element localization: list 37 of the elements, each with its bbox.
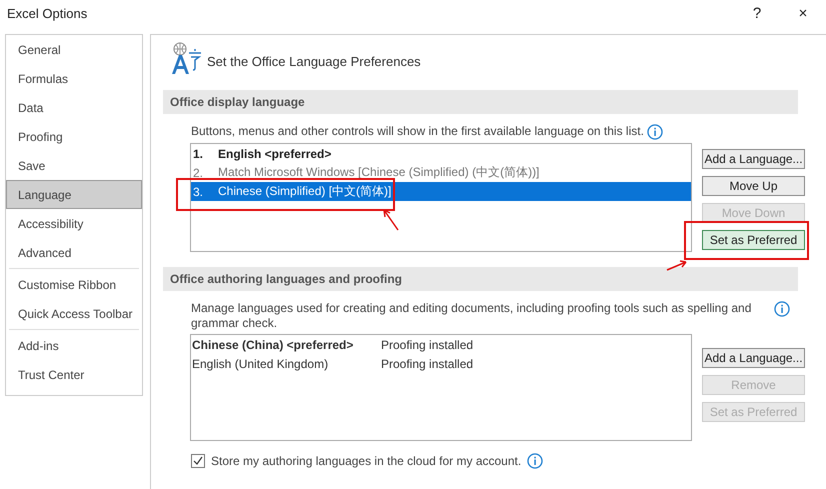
sidebar-item[interactable]: Add-ins: [6, 331, 142, 360]
section-heading: Office authoring languages and proofing: [163, 267, 798, 291]
checkbox-label: Store my authoring languages in the cloud for my account.: [211, 454, 522, 468]
sidebar-item[interactable]: Proofing: [6, 122, 142, 151]
info-icon[interactable]: [646, 124, 663, 140]
language-button[interactable]: Add a Language...: [702, 348, 805, 368]
language-list-item[interactable]: 3. Chinese (Simplified) [中文(简体)]: [191, 182, 691, 201]
help-button[interactable]: ?: [734, 0, 780, 26]
language-icon: [169, 41, 203, 75]
language-list-item[interactable]: 2. Match Microsoft Windows [Chinese (Simplified) (中文(简体))]: [191, 163, 691, 182]
sidebar-item[interactable]: Save: [6, 151, 142, 180]
language-button[interactable]: Set as Preferred: [702, 230, 805, 250]
sidebar-item[interactable]: Data: [6, 93, 142, 122]
sidebar-item[interactable]: Trust Center: [6, 360, 142, 389]
section-description: Buttons, menus and other controls will show in the first available language on this list.: [191, 124, 644, 139]
language-list-item[interactable]: Chinese (China) <preferred> Proofing installed: [191, 335, 691, 354]
close-button[interactable]: ×: [780, 0, 826, 26]
sidebar-item[interactable]: Advanced: [6, 238, 142, 267]
annotation-arrow: [383, 209, 399, 231]
sidebar-item[interactable]: Customise Ribbon: [6, 270, 142, 299]
info-icon[interactable]: [527, 453, 544, 469]
sidebar-item[interactable]: Accessibility: [6, 209, 142, 238]
sidebar-item[interactable]: Language: [6, 180, 142, 209]
sidebar-item[interactable]: General: [6, 35, 142, 64]
section-description: Manage languages used for creating and editing documents, including proofing tools such as spelling and grammar check.: [191, 301, 752, 331]
language-list-item[interactable]: English (United Kingdom) Proofing installed: [191, 354, 691, 373]
checkbox[interactable]: [191, 454, 205, 468]
page-title: Set the Office Language Preferences: [207, 54, 421, 71]
info-icon[interactable]: [774, 301, 790, 317]
sidebar-item[interactable]: Formulas: [6, 64, 142, 93]
annotation-arrow: [666, 260, 687, 271]
language-list-item[interactable]: 1. English <preferred>: [191, 144, 691, 163]
language-button[interactable]: Add a Language...: [702, 149, 805, 169]
window-title: Excel Options: [7, 6, 88, 20]
language-button[interactable]: Move Up: [702, 176, 805, 196]
section-heading: Office display language: [163, 90, 798, 114]
sidebar-item[interactable]: Quick Access Toolbar: [6, 299, 142, 328]
